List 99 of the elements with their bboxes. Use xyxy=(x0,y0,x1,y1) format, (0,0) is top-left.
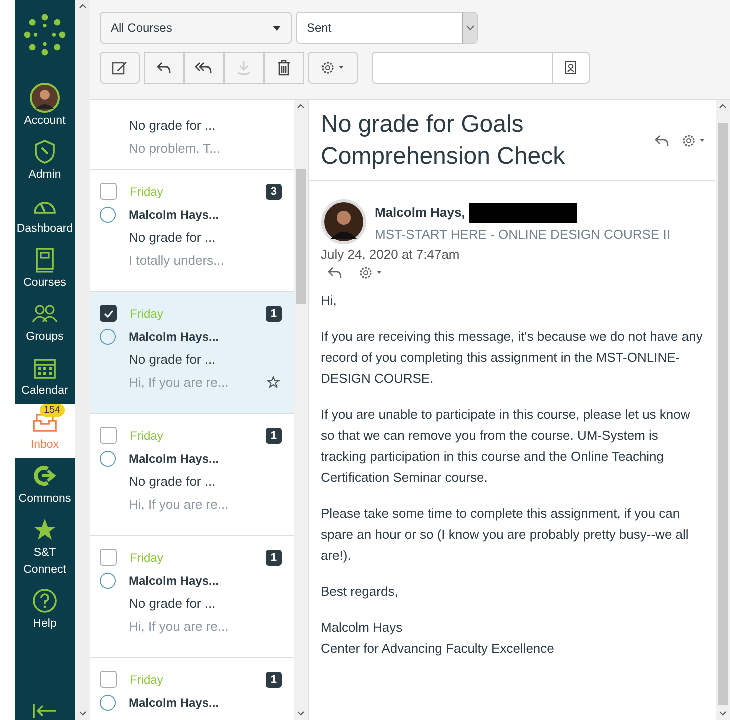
scrollbar-thumb[interactable] xyxy=(718,123,728,705)
nav-item[interactable]: Account xyxy=(15,80,75,134)
checkbox[interactable] xyxy=(100,671,117,688)
settings-icon[interactable] xyxy=(359,266,383,280)
collapse-icon[interactable] xyxy=(32,704,58,718)
avatar-icon xyxy=(321,199,367,245)
scroll-up-icon[interactable] xyxy=(78,4,86,9)
message-count-badge: 1 xyxy=(266,550,282,566)
message-date: Friday xyxy=(130,672,164,686)
reply-icon[interactable] xyxy=(327,266,343,280)
message-paragraph: Hi, xyxy=(321,292,338,310)
message-subject: No grade for ... xyxy=(129,352,216,367)
message-sender: Malcolm Hays... xyxy=(129,208,220,222)
author-name: Malcolm Hays, xyxy=(375,205,466,220)
settings-icon xyxy=(321,61,345,75)
nav-item[interactable]: Groups xyxy=(15,296,75,350)
message-timestamp: July 24, 2020 at 7:47am xyxy=(321,247,461,262)
message-date: Friday xyxy=(130,184,164,198)
nav-item[interactable]: 154 Inbox xyxy=(15,404,75,458)
checkbox[interactable] xyxy=(100,305,117,322)
unread-toggle[interactable] xyxy=(100,572,116,588)
message-preview: I totally unders... xyxy=(129,253,224,268)
scroll-down-icon[interactable] xyxy=(297,711,305,716)
message-paragraph: If you are unable to participate in this course, please let us know so that we can remove you from the course. UM-System is tracking participation in this course and the Online Teaching Certification Seminar course. xyxy=(321,406,692,487)
reply-all-icon xyxy=(195,61,213,75)
checkbox[interactable] xyxy=(100,427,117,444)
delete-button[interactable] xyxy=(264,52,304,84)
logo-icon[interactable] xyxy=(22,12,68,58)
message-paragraph: Best regards, xyxy=(321,583,400,601)
calendar-icon xyxy=(33,356,57,380)
message-sender: Malcolm Hays... xyxy=(129,330,220,344)
conversation-title: No grade for Goals Comprehension Check xyxy=(321,110,566,172)
star-icon[interactable] xyxy=(267,376,280,389)
trash-icon xyxy=(277,60,291,76)
settings-button[interactable] xyxy=(308,52,358,84)
message-count-badge: 1 xyxy=(266,428,282,444)
chevron-icon xyxy=(466,25,474,31)
people-icon xyxy=(31,304,59,324)
arrow-icon xyxy=(32,465,58,487)
unread-toggle[interactable] xyxy=(100,206,116,222)
message-paragraph: Malcolm Hays Center for Advancing Faculty Excellence xyxy=(321,619,556,658)
nav-item[interactable]: Commons xyxy=(15,458,75,512)
course-name: MST-START HERE - ONLINE DESIGN COURSE II xyxy=(375,226,670,242)
message-date: Friday xyxy=(130,306,164,320)
avatar-icon xyxy=(30,83,60,113)
address-book-icon xyxy=(565,61,577,75)
nav-item[interactable]: Calendar xyxy=(15,350,75,404)
nav-item[interactable]: S&T Connect xyxy=(15,512,75,583)
nav-item[interactable]: Admin xyxy=(15,134,75,188)
scroll-up-icon[interactable] xyxy=(297,104,305,109)
message-subject: No grade for ... xyxy=(129,230,216,245)
message-sender: Malcolm Hays... xyxy=(129,574,220,588)
checkmark-icon xyxy=(104,310,114,318)
message-date: Friday xyxy=(130,550,164,564)
message-count-badge: 1 xyxy=(266,672,282,688)
reply-button[interactable] xyxy=(144,52,184,84)
caret-icon xyxy=(273,26,281,30)
reply-icon[interactable] xyxy=(654,134,670,148)
unread-toggle[interactable] xyxy=(100,450,116,466)
message-subject: No grade for ... xyxy=(129,596,216,611)
nav-item[interactable]: Help xyxy=(15,583,75,637)
scroll-down-icon[interactable] xyxy=(78,711,86,716)
message-count-badge: 3 xyxy=(266,184,282,200)
scroll-up-icon[interactable] xyxy=(719,104,727,109)
message-paragraph: If you are receiving this message, it's because we do not have any record of you completing this assignment in the MST-ONLINE-DESIGN COURSE. xyxy=(321,328,704,388)
reply-icon xyxy=(156,61,172,75)
message-date: Friday xyxy=(130,428,164,442)
settings-icon[interactable] xyxy=(682,134,706,148)
unread-toggle[interactable] xyxy=(100,694,116,710)
message-preview: Hi, If you are re... xyxy=(129,375,229,390)
star-icon xyxy=(33,518,57,542)
reply-all-button[interactable] xyxy=(184,52,224,84)
message-item[interactable]: Friday 1 Malcolm Hays... No grade for ... Hi, If you are re... xyxy=(90,292,294,414)
checkbox[interactable] xyxy=(100,549,117,566)
nav-item[interactable]: Dashboard xyxy=(15,188,75,242)
message-subject: No grade for ... xyxy=(129,474,216,489)
pencil-icon xyxy=(112,60,128,76)
unread-toggle[interactable] xyxy=(100,328,116,344)
nav-item[interactable]: Courses xyxy=(15,242,75,296)
checkbox[interactable] xyxy=(100,183,117,200)
message-preview: No problem. T... xyxy=(129,141,221,156)
search-field[interactable] xyxy=(372,52,590,84)
help-icon xyxy=(32,588,58,614)
message-count-badge: 1 xyxy=(266,306,282,322)
message-subject: No grade for ... xyxy=(129,118,216,133)
message-paragraph: Please take some time to complete this assignment, if you can spare an hour or so (I know you are probably pretty busy--we all are!). xyxy=(321,505,690,565)
unread-count-badge: 154 xyxy=(40,404,65,417)
folder-dropdown[interactable]: Sent xyxy=(296,12,478,44)
scrollbar-thumb[interactable] xyxy=(296,169,306,304)
scroll-down-icon[interactable] xyxy=(719,711,727,716)
book-icon xyxy=(34,247,56,273)
download-icon xyxy=(236,60,252,76)
message-preview: Hi, If you are re... xyxy=(129,619,229,634)
message-sender: Malcolm Hays... xyxy=(129,452,220,466)
message-sender: Malcolm Hays... xyxy=(129,696,220,710)
shield-icon xyxy=(33,139,57,165)
compose-button[interactable] xyxy=(100,52,140,84)
message-preview: Hi, If you are re... xyxy=(129,497,229,512)
course-filter-dropdown[interactable]: All Courses xyxy=(100,12,292,44)
